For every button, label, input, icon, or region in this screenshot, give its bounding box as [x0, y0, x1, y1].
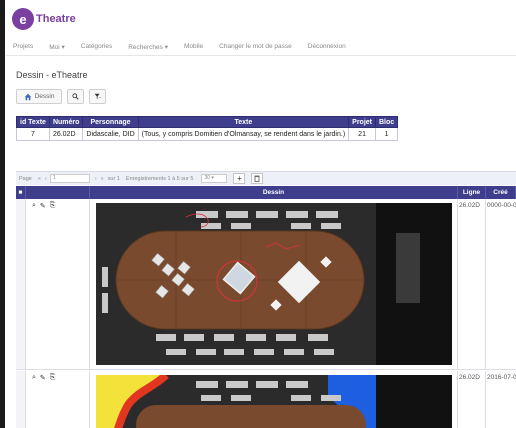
col-header-projet[interactable]: Projet	[348, 116, 376, 128]
home-icon	[24, 93, 31, 100]
table-row[interactable]: ⌕ ✎ ⎘ 26.02D 2016-07-0	[16, 371, 516, 428]
delete-row-button[interactable]	[251, 173, 264, 184]
menu-item-change-password[interactable]: Changer le mot de passe	[219, 43, 292, 50]
trash-icon	[254, 175, 260, 182]
grid-header: ■ Dessin Ligne Créé	[16, 186, 516, 199]
cell-cree: 2016-07-0	[487, 374, 516, 381]
page-title: Dessin - eTheatre	[16, 70, 88, 80]
logo-text: Theatre	[36, 13, 76, 25]
row-actions: ⌕ ✎ ⎘	[26, 199, 90, 369]
search-icon	[72, 93, 79, 100]
col-header-texte[interactable]: Texte	[137, 116, 350, 128]
filter-icon	[94, 93, 101, 100]
home-button[interactable]: Dessin	[16, 89, 62, 104]
cell-cree: 0000-00-0	[487, 202, 516, 209]
main-menu: Projets Moi ▾ Catégories Recherches ▾ Mo…	[6, 38, 516, 56]
cell-numero: 26.02D	[48, 127, 84, 141]
view-icon[interactable]: ⌕	[32, 374, 36, 428]
select-all-header[interactable]: ■	[16, 186, 26, 199]
row-select-checkbox[interactable]	[16, 199, 26, 369]
app-logo[interactable]: e Theatre	[6, 6, 76, 32]
search-button[interactable]	[67, 89, 84, 104]
actions-header	[26, 186, 90, 199]
col-header-cree[interactable]: Créé	[486, 186, 516, 199]
add-row-button[interactable]: +	[233, 173, 246, 184]
row-actions: ⌕ ✎ ⎘	[26, 371, 90, 428]
pager-records-label: Enregistrements 1 à 5 sur 5	[125, 175, 194, 182]
cell-id-texte: 7	[16, 127, 50, 141]
pager-of-label: sur 1	[107, 175, 120, 182]
cell-ligne: 26.02D	[458, 199, 486, 369]
plus-icon: +	[237, 174, 242, 183]
table-row[interactable]: ⌕ ✎ ⎘ 26.02D 0000-00-0	[16, 199, 516, 370]
cell-texte: (Tous, y compris Domitien d'Olmansay, se…	[137, 127, 350, 141]
edit-icon[interactable]: ✎	[40, 202, 46, 369]
home-button-label: Dessin	[34, 93, 55, 100]
col-header-dessin[interactable]: Dessin	[90, 186, 458, 199]
col-header-bloc[interactable]: Bloc	[374, 116, 399, 128]
cell-ligne: 26.02D	[458, 371, 486, 428]
pager-per-page-value: 30	[204, 175, 211, 181]
cell-projet: 21	[348, 127, 376, 141]
pager-page-label: Page	[19, 175, 32, 182]
left-edge-bar	[0, 0, 5, 428]
menu-item-categories[interactable]: Catégories	[81, 43, 112, 50]
pager-prev-icon[interactable]: ‹	[45, 176, 47, 182]
menu-item-mobile[interactable]: Mobile	[184, 43, 203, 50]
pager-last-icon[interactable]: »	[101, 176, 104, 182]
copy-icon[interactable]: ⎘	[50, 202, 56, 369]
row-select-checkbox[interactable]	[16, 371, 26, 428]
col-header-id-texte[interactable]: id Texte	[16, 116, 50, 128]
table-row[interactable]: 7 26.02D Didascalie, DID (Tous, y compri…	[16, 127, 399, 141]
pager-per-page-select[interactable]: 30 ▾	[201, 174, 228, 183]
pager-next-icon[interactable]: ›	[95, 176, 97, 182]
menu-item-moi[interactable]: Moi ▾	[49, 43, 65, 51]
menu-item-logout[interactable]: Déconnexion	[308, 43, 346, 50]
grid-pager: Page « ‹ 1 › » sur 1 Enregistrements 1 à…	[16, 171, 516, 185]
cell-personnage: Didascalie, DID	[82, 127, 139, 141]
menu-item-projets[interactable]: Projets	[13, 43, 33, 50]
col-header-personnage[interactable]: Personnage	[82, 116, 139, 128]
cell-bloc: 1	[374, 127, 399, 141]
stage-drawing-image[interactable]	[96, 375, 452, 428]
drawing-cell	[90, 199, 458, 369]
menu-item-recherches[interactable]: Recherches ▾	[128, 43, 168, 51]
logo-mark: e	[12, 8, 34, 30]
stage-drawing-image[interactable]	[96, 203, 452, 365]
col-header-numero[interactable]: Numéro	[48, 116, 84, 128]
toolbar: Dessin	[16, 89, 106, 104]
text-record-header-row: id Texte Numéro Personnage Texte Projet …	[16, 116, 399, 128]
top-bar: e Theatre	[6, 4, 516, 34]
edit-icon[interactable]: ✎	[40, 374, 46, 428]
filter-button[interactable]	[89, 89, 106, 104]
col-header-ligne[interactable]: Ligne	[458, 186, 486, 199]
pager-page-input[interactable]: 1	[49, 174, 90, 183]
drawing-cell	[90, 371, 458, 428]
copy-icon[interactable]: ⎘	[50, 374, 56, 428]
pager-first-icon[interactable]: «	[38, 176, 41, 182]
view-icon[interactable]: ⌕	[32, 202, 36, 369]
text-record-table: id Texte Numéro Personnage Texte Projet …	[16, 116, 399, 141]
